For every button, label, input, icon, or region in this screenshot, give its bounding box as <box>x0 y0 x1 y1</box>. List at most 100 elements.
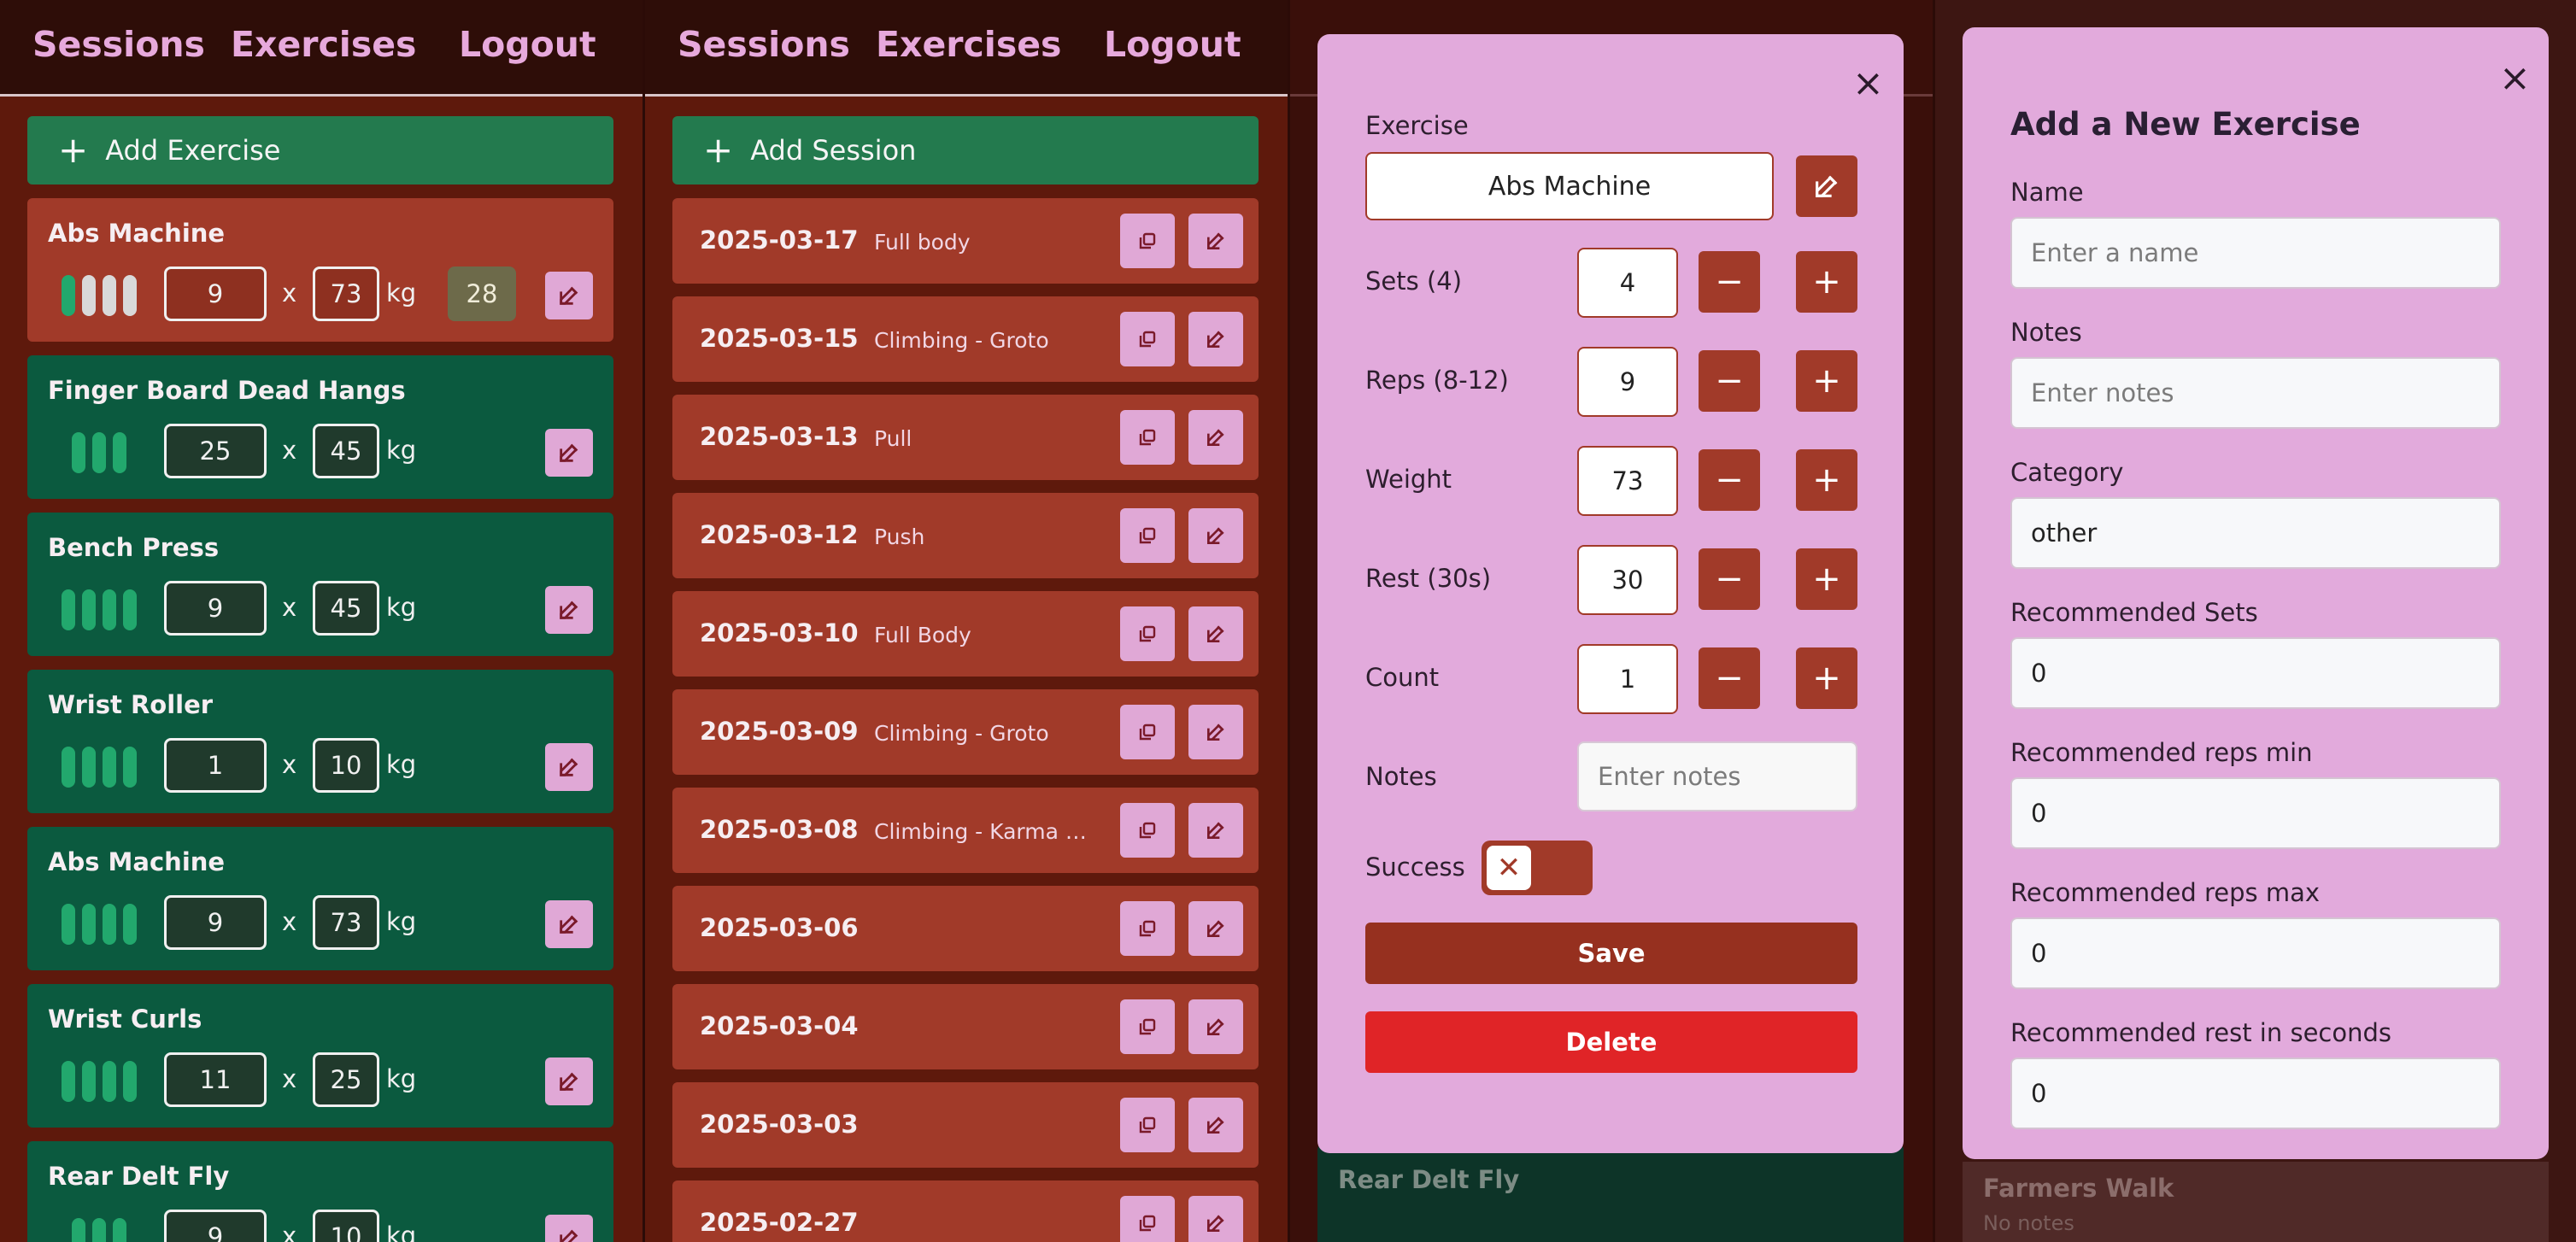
duplicate-session-button[interactable] <box>1120 803 1175 858</box>
edit-session-button[interactable] <box>1188 705 1243 759</box>
save-button[interactable]: Save <box>1365 923 1857 984</box>
exercise-card[interactable]: Wrist Curls 11 x 25 kg <box>27 984 613 1128</box>
exercise-card[interactable]: Abs Machine 9 x 73 kg <box>27 827 613 970</box>
sets-decrement-button[interactable]: − <box>1699 251 1760 313</box>
exercise-card[interactable]: Wrist Roller 1 x 10 kg <box>27 670 613 813</box>
session-row[interactable]: 2025-02-27 <box>672 1180 1259 1242</box>
session-row[interactable]: 2025-03-13 Pull <box>672 395 1259 480</box>
session-row[interactable]: 2025-03-17 Full body <box>672 198 1259 284</box>
edit-exercise-button[interactable] <box>545 900 593 948</box>
reps-increment-button[interactable]: + <box>1796 350 1857 412</box>
edit-session-button[interactable] <box>1188 999 1243 1054</box>
recommended-rest-input[interactable]: 0 <box>2010 1057 2501 1129</box>
weight-input[interactable]: 73 <box>1577 446 1678 516</box>
edit-exercise-button[interactable] <box>545 743 593 791</box>
duplicate-session-button[interactable] <box>1120 508 1175 563</box>
weight-input[interactable]: 10 <box>313 1210 379 1242</box>
reps-input[interactable]: 11 <box>164 1052 267 1107</box>
edit-session-button[interactable] <box>1188 508 1243 563</box>
sets-input[interactable]: 4 <box>1577 248 1678 318</box>
exercise-card[interactable]: Abs Machine 9 x 73 kg 28 <box>27 198 613 342</box>
exercise-card[interactable]: Bench Press 9 x 45 kg <box>27 513 613 656</box>
edit-session-button[interactable] <box>1188 312 1243 366</box>
notes-input[interactable]: Enter notes <box>1577 741 1857 811</box>
nav-logout[interactable]: Logout <box>459 24 596 65</box>
weight-input[interactable]: 73 <box>313 895 379 950</box>
edit-icon <box>560 286 578 305</box>
exercise-card[interactable]: Rear Delt Fly 9 x 10 kg <box>27 1141 613 1242</box>
edit-exercise-button[interactable] <box>545 1057 593 1105</box>
close-icon[interactable]: × <box>1852 65 1884 103</box>
reps-input[interactable]: 9 <box>164 1210 267 1242</box>
recommended-sets-input[interactable]: 0 <box>2010 637 2501 709</box>
duplicate-session-button[interactable] <box>1120 1196 1175 1242</box>
session-row[interactable]: 2025-03-09 Climbing - Groto <box>672 689 1259 775</box>
reps-decrement-button[interactable]: − <box>1699 350 1760 412</box>
edit-session-button[interactable] <box>1188 1196 1243 1242</box>
duplicate-session-button[interactable] <box>1120 705 1175 759</box>
edit-session-button[interactable] <box>1188 410 1243 465</box>
weight-input[interactable]: 45 <box>313 581 379 636</box>
session-row[interactable]: 2025-03-06 <box>672 886 1259 971</box>
edit-exercise-button[interactable] <box>545 429 593 477</box>
session-row[interactable]: 2025-03-12 Push <box>672 493 1259 578</box>
delete-button[interactable]: Delete <box>1365 1011 1857 1073</box>
edit-exercise-button[interactable] <box>545 272 593 319</box>
edit-session-button[interactable] <box>1188 606 1243 661</box>
count-decrement-button[interactable]: − <box>1699 647 1760 709</box>
nav-logout[interactable]: Logout <box>1104 24 1241 65</box>
duplicate-session-button[interactable] <box>1120 214 1175 268</box>
duplicate-session-button[interactable] <box>1120 410 1175 465</box>
recommended-reps-max-input[interactable]: 0 <box>2010 917 2501 989</box>
weight-input[interactable]: 73 <box>313 267 379 321</box>
rest-decrement-button[interactable]: − <box>1699 548 1760 610</box>
nav-sessions[interactable]: Sessions <box>32 24 205 65</box>
reps-input[interactable]: 9 <box>164 267 267 321</box>
rest-input[interactable]: 30 <box>1577 545 1678 615</box>
edit-session-button[interactable] <box>1188 803 1243 858</box>
reps-input[interactable]: 9 <box>164 895 267 950</box>
edit-exercise-button[interactable] <box>1796 155 1857 217</box>
duplicate-session-button[interactable] <box>1120 1098 1175 1152</box>
duplicate-session-button[interactable] <box>1120 901 1175 956</box>
exercise-select[interactable]: Abs Machine <box>1365 152 1774 220</box>
notes-input[interactable]: Enter notes <box>2010 357 2501 429</box>
nav-exercises[interactable]: Exercises <box>231 24 416 65</box>
edit-session-button[interactable] <box>1188 1098 1243 1152</box>
nav-sessions[interactable]: Sessions <box>678 24 850 65</box>
rest-increment-button[interactable]: + <box>1796 548 1857 610</box>
edit-session-button[interactable] <box>1188 901 1243 956</box>
add-exercise-button[interactable]: + Add Exercise <box>27 116 613 185</box>
session-row[interactable]: 2025-03-10 Full Body <box>672 591 1259 677</box>
reps-input[interactable]: 25 <box>164 424 267 478</box>
duplicate-session-button[interactable] <box>1120 999 1175 1054</box>
nav-exercises[interactable]: Exercises <box>876 24 1061 65</box>
edit-session-button[interactable] <box>1188 214 1243 268</box>
weight-input[interactable]: 10 <box>313 738 379 793</box>
close-icon[interactable]: × <box>2499 60 2531 97</box>
weight-increment-button[interactable]: + <box>1796 449 1857 511</box>
reps-input[interactable]: 9 <box>164 581 267 636</box>
recommended-reps-min-input[interactable]: 0 <box>2010 777 2501 849</box>
exercise-card[interactable]: Finger Board Dead Hangs 25 x 45 kg <box>27 355 613 499</box>
count-increment-button[interactable]: + <box>1796 647 1857 709</box>
reps-input[interactable]: 1 <box>164 738 267 793</box>
count-input[interactable]: 1 <box>1577 644 1678 714</box>
sets-increment-button[interactable]: + <box>1796 251 1857 313</box>
session-row[interactable]: 2025-03-03 <box>672 1082 1259 1168</box>
session-row[interactable]: 2025-03-04 <box>672 984 1259 1069</box>
weight-decrement-button[interactable]: − <box>1699 449 1760 511</box>
duplicate-session-button[interactable] <box>1120 312 1175 366</box>
reps-input[interactable]: 9 <box>1577 347 1678 417</box>
session-row[interactable]: 2025-03-15 Climbing - Groto <box>672 296 1259 382</box>
duplicate-session-button[interactable] <box>1120 606 1175 661</box>
edit-exercise-button[interactable] <box>545 1215 593 1242</box>
weight-input[interactable]: 45 <box>313 424 379 478</box>
edit-exercise-button[interactable] <box>545 586 593 634</box>
weight-input[interactable]: 25 <box>313 1052 379 1107</box>
name-input[interactable]: Enter a name <box>2010 217 2501 289</box>
add-session-button[interactable]: + Add Session <box>672 116 1259 185</box>
success-toggle[interactable]: ✕ <box>1482 841 1593 895</box>
category-input[interactable]: other <box>2010 497 2501 569</box>
session-row[interactable]: 2025-03-08 Climbing - Karma G... <box>672 788 1259 873</box>
